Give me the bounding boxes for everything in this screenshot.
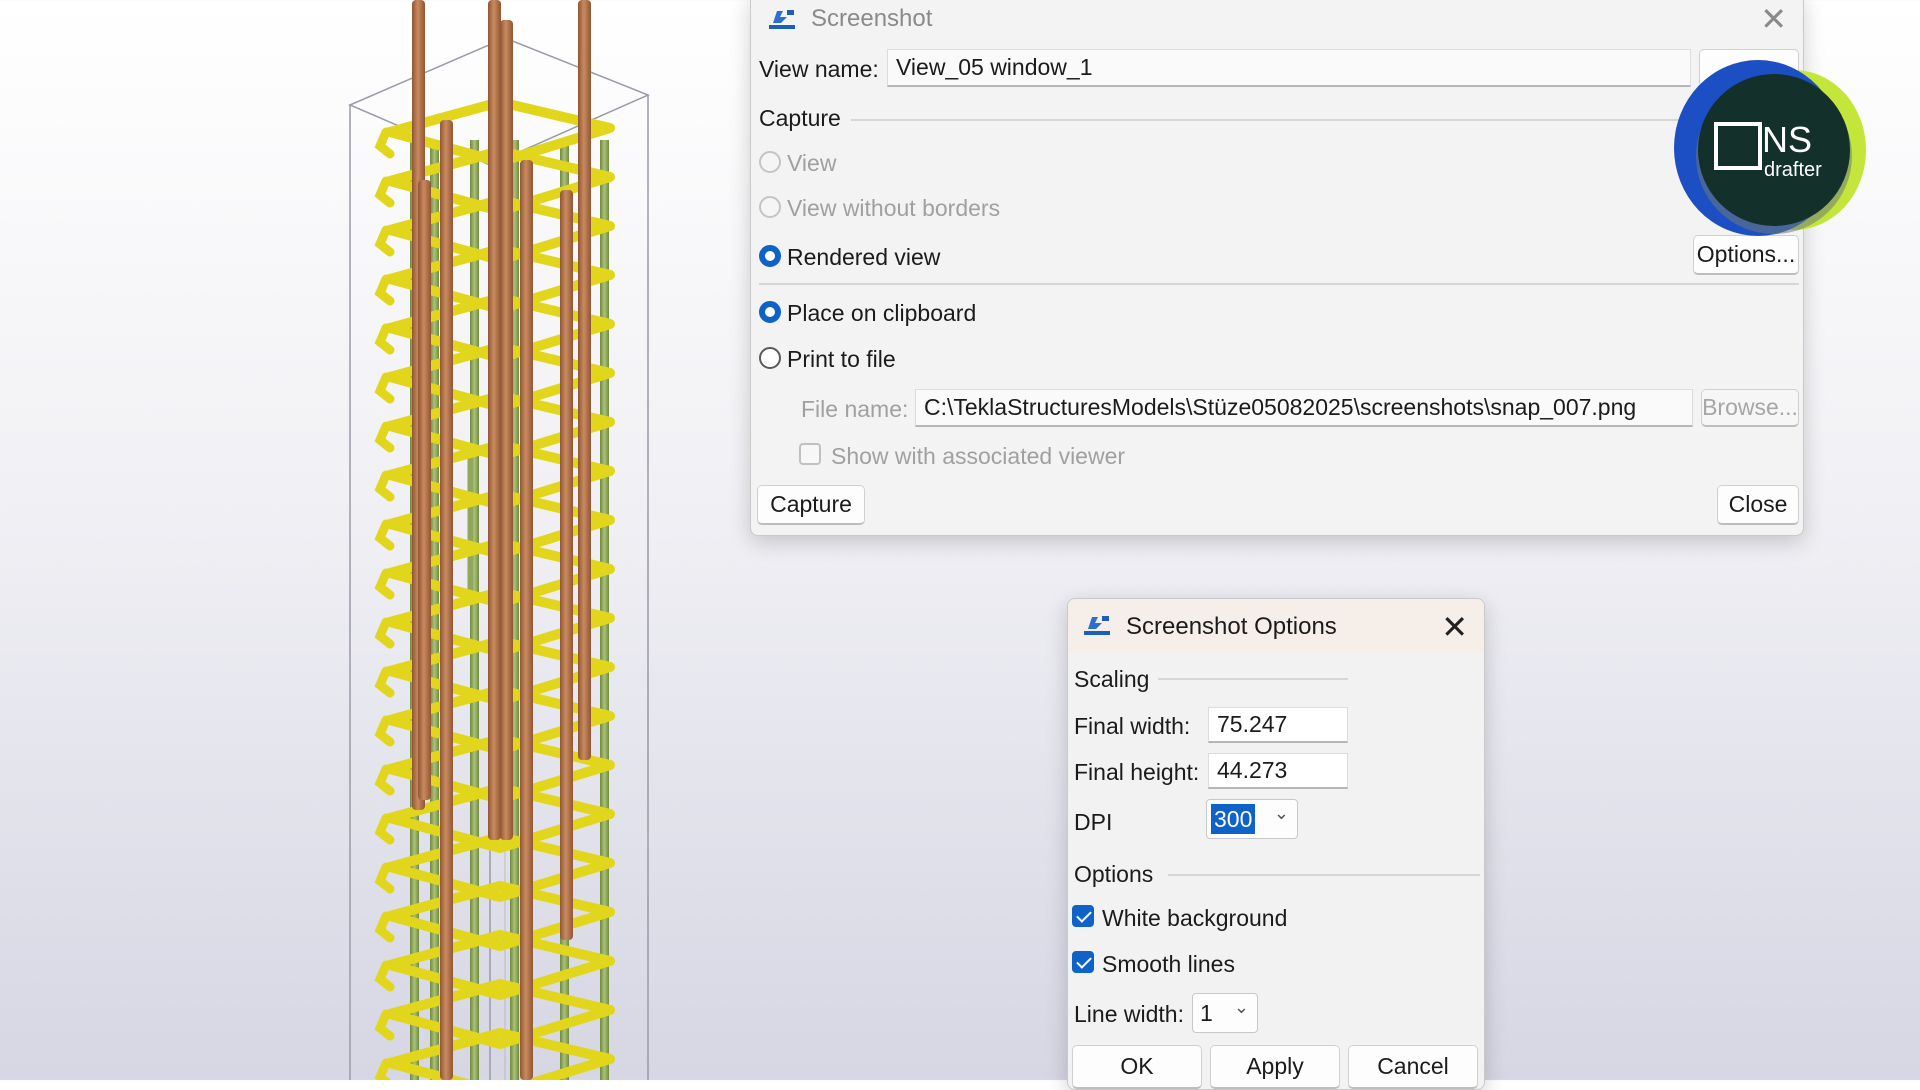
white-background-checkbox[interactable]: [1072, 905, 1094, 927]
stirrup-hook: [374, 1058, 391, 1080]
stirrup-hook: [374, 274, 395, 306]
scaling-divider: [1158, 678, 1348, 680]
line-width-label: Line width:: [1074, 1001, 1184, 1027]
rebar-column-render: [348, 0, 650, 1080]
final-height-label: Final height:: [1074, 759, 1200, 785]
capture-button[interactable]: Capture: [757, 485, 865, 525]
view-name-input[interactable]: View_05 window_1: [887, 49, 1691, 87]
tekla-screenshot-icon: [769, 10, 795, 29]
main-bar: [500, 20, 513, 840]
smooth-lines-checkbox[interactable]: [1072, 951, 1094, 973]
capture-rendered-view-label: Rendered view: [787, 244, 941, 270]
apply-button[interactable]: Apply: [1210, 1045, 1340, 1089]
options-group-label: Options: [1074, 861, 1154, 887]
final-height-input[interactable]: 44.273: [1208, 753, 1348, 789]
place-on-clipboard-radio[interactable]: [759, 301, 781, 323]
stirrup-hook: [374, 421, 395, 453]
line-width-select[interactable]: 1 ⌄: [1192, 993, 1258, 1033]
print-to-file-radio[interactable]: [759, 347, 781, 369]
stirrup-hook: [374, 764, 395, 796]
screenshot-options-titlebar[interactable]: Screenshot Options ✕: [1068, 599, 1484, 653]
capture-view-without-borders-radio[interactable]: [759, 196, 781, 218]
file-name-input[interactable]: C:\TeklaStructuresModels\Stüze05082025\s…: [915, 389, 1693, 427]
stirrup-hook: [374, 617, 395, 649]
logo-text-sub: drafter: [1764, 159, 1822, 181]
main-bar: [488, 0, 501, 840]
capture-group-divider: [851, 119, 1791, 121]
stirrup-hook: [374, 1009, 395, 1041]
screenshot-options-dialog: Screenshot Options ✕ Scaling Final width…: [1067, 598, 1485, 1090]
main-bar: [520, 160, 533, 1080]
stirrup-hook: [374, 862, 395, 894]
cancel-button[interactable]: Cancel: [1348, 1045, 1478, 1089]
stirrup-hook: [374, 372, 395, 404]
stirrup-hook: [374, 519, 395, 551]
scaling-group-label: Scaling: [1074, 666, 1150, 692]
line-width-select-value: 1: [1200, 999, 1213, 1026]
capture-view-without-borders-label: View without borders: [787, 195, 1001, 221]
show-with-viewer-checkbox[interactable]: [799, 443, 821, 465]
stirrup-hook: [374, 960, 395, 992]
browse-button[interactable]: Browse...: [1701, 389, 1799, 427]
main-bar: [418, 180, 431, 800]
logo-text-main: NS: [1762, 119, 1812, 160]
show-with-viewer-label: Show with associated viewer: [831, 443, 1126, 469]
main-bar: [440, 120, 453, 1080]
close-button[interactable]: Close: [1717, 485, 1799, 525]
screenshot-dialog: Screenshot ✕ View name: View_05 window_1…: [750, 0, 1804, 536]
final-width-label: Final width:: [1074, 713, 1191, 739]
ns-drafter-logo: NS drafter: [1674, 60, 1866, 236]
stirrup-hook: [374, 225, 395, 257]
capture-group-label: Capture: [759, 105, 841, 131]
dpi-select-value: 300: [1211, 804, 1256, 834]
output-divider: [759, 283, 1799, 285]
stirrup-hook: [374, 911, 395, 943]
stirrup-hook: [374, 470, 395, 502]
close-icon[interactable]: ✕: [1760, 3, 1787, 35]
stirrup-hook: [374, 666, 395, 698]
close-icon[interactable]: ✕: [1441, 611, 1468, 643]
stirrup-hook: [374, 127, 395, 159]
main-bar: [560, 190, 573, 940]
ok-button[interactable]: OK: [1072, 1045, 1202, 1089]
dpi-label: DPI: [1074, 809, 1113, 835]
chevron-down-icon: ⌄: [1273, 803, 1289, 823]
stirrup-hook: [374, 715, 395, 747]
file-name-label: File name:: [801, 396, 909, 422]
dpi-select[interactable]: 300 ⌄: [1206, 799, 1298, 839]
main-bar: [578, 0, 591, 760]
model-viewport[interactable]: [0, 0, 760, 1080]
stirrup-hook: [374, 568, 395, 600]
options-divider: [1168, 874, 1480, 876]
capture-view-radio[interactable]: [759, 151, 781, 173]
print-to-file-label: Print to file: [787, 346, 896, 372]
white-background-label: White background: [1102, 905, 1288, 931]
screenshot-dialog-title: Screenshot: [811, 5, 933, 32]
screenshot-options-title: Screenshot Options: [1126, 613, 1337, 640]
capture-view-label: View: [787, 150, 837, 176]
stirrup-hook: [374, 176, 395, 208]
smooth-lines-label: Smooth lines: [1102, 951, 1235, 977]
place-on-clipboard-label: Place on clipboard: [787, 300, 977, 326]
stirrup-hook: [374, 813, 395, 845]
screenshot-dialog-titlebar[interactable]: Screenshot ✕: [751, 0, 1803, 45]
capture-rendered-view-radio[interactable]: [759, 245, 781, 267]
view-name-label: View name:: [759, 56, 879, 82]
tekla-screenshot-icon: [1084, 616, 1110, 635]
stirrup-hook: [374, 323, 395, 355]
chevron-down-icon: ⌄: [1233, 997, 1249, 1017]
final-width-input[interactable]: 75.247: [1208, 707, 1348, 743]
